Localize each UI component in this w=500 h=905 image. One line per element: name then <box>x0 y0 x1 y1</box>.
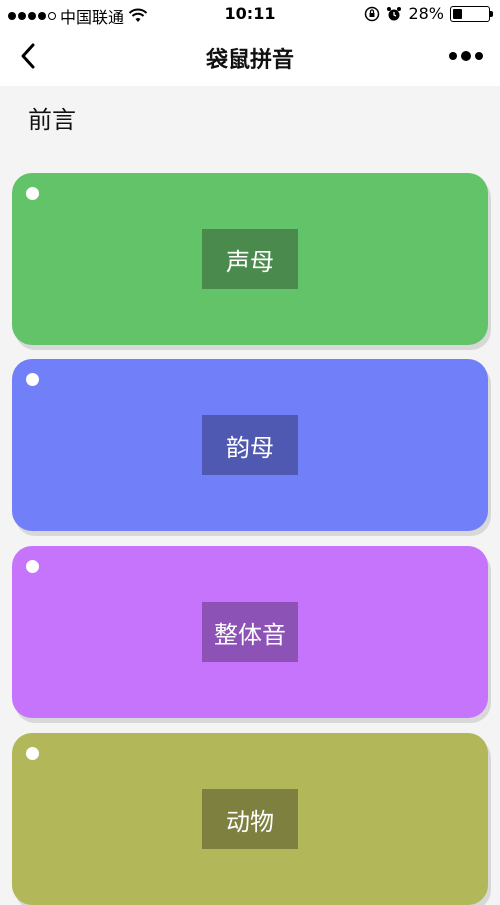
battery-icon <box>450 5 493 22</box>
pin-dot <box>26 560 39 573</box>
pin-dot <box>26 373 39 386</box>
orientation-lock-icon <box>365 6 380 21</box>
page-title: 袋鼠拼音 <box>205 48 294 73</box>
alarm-icon <box>387 6 402 20</box>
pin-dot <box>26 187 39 200</box>
status-bar: 中国联通 10:11 28% <box>0 0 500 28</box>
more-dots-icon <box>449 52 457 60</box>
card-whole-syllables[interactable]: 整体音 <box>12 546 488 718</box>
card-finals[interactable]: 韵母 <box>12 359 488 531</box>
card-label: 整体音 <box>202 602 298 662</box>
pin-dot <box>26 747 39 760</box>
card-label: 声母 <box>202 229 298 289</box>
card-label: 韵母 <box>202 415 298 475</box>
card-animals[interactable]: 动物 <box>12 733 488 905</box>
more-button[interactable] <box>444 44 488 68</box>
card-label: 动物 <box>202 789 298 849</box>
nav-bar: 袋鼠拼音 <box>0 28 500 86</box>
status-right: 28% <box>364 4 493 23</box>
card-initials[interactable]: 声母 <box>12 173 488 345</box>
battery-level <box>453 8 462 19</box>
section-title: 前言 <box>28 106 76 134</box>
battery-percent: 28% <box>408 4 444 23</box>
